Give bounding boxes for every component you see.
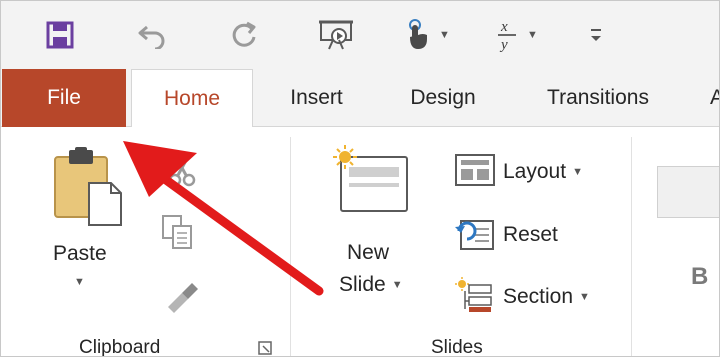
annotation-arrow: [123, 141, 324, 296]
powerpoint-window: ▼ x y ▼ File Home Insert Design Transiti…: [0, 0, 720, 357]
